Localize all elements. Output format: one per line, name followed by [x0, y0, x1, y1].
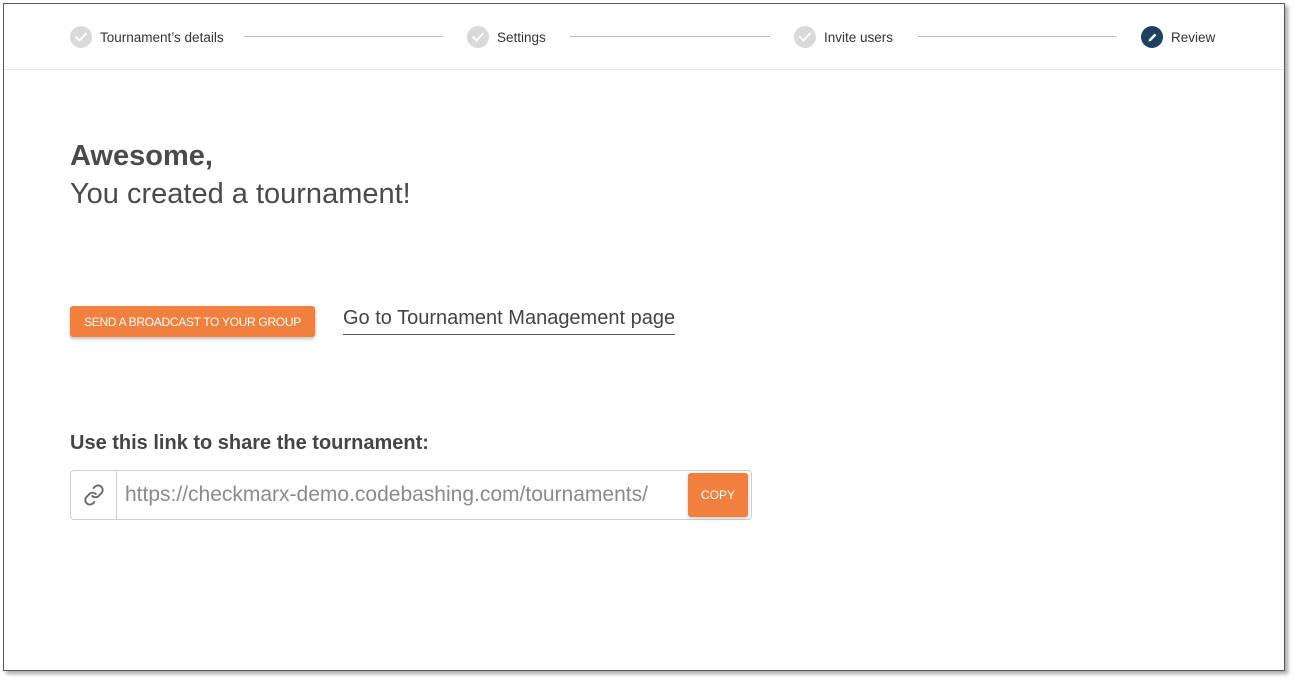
- copy-button[interactable]: COPY: [688, 473, 748, 517]
- check-icon: [467, 26, 489, 48]
- step-label: Settings: [497, 29, 546, 45]
- step-connector: [570, 36, 770, 37]
- step-label: Tournament’s details: [100, 29, 224, 45]
- step-settings[interactable]: Settings: [467, 25, 546, 49]
- link-icon: [71, 471, 117, 519]
- pencil-icon: [1141, 26, 1163, 48]
- app-window: Tournament’s details Settings Invite use…: [3, 3, 1285, 671]
- check-icon: [794, 26, 816, 48]
- step-label: Review: [1171, 29, 1216, 45]
- step-connector: [918, 36, 1117, 37]
- send-broadcast-button[interactable]: SEND A BROADCAST TO YOUR GROUP: [70, 306, 315, 337]
- step-connector: [244, 36, 443, 37]
- step-tournament-details[interactable]: Tournament’s details: [70, 25, 224, 49]
- tournament-management-link[interactable]: Go to Tournament Management page: [343, 307, 676, 335]
- share-link-label: Use this link to share the tournament:: [70, 432, 429, 454]
- step-review[interactable]: Review: [1141, 25, 1215, 49]
- step-invite-users[interactable]: Invite users: [794, 25, 893, 49]
- share-url-input[interactable]: [117, 471, 688, 519]
- step-label: Invite users: [824, 29, 894, 45]
- check-icon: [70, 26, 92, 48]
- progress-stepper: Tournament’s details Settings Invite use…: [4, 4, 1284, 70]
- share-link-field: COPY: [70, 470, 752, 520]
- success-subheading: You created a tournament!: [70, 178, 411, 210]
- success-heading: Awesome,: [70, 140, 213, 172]
